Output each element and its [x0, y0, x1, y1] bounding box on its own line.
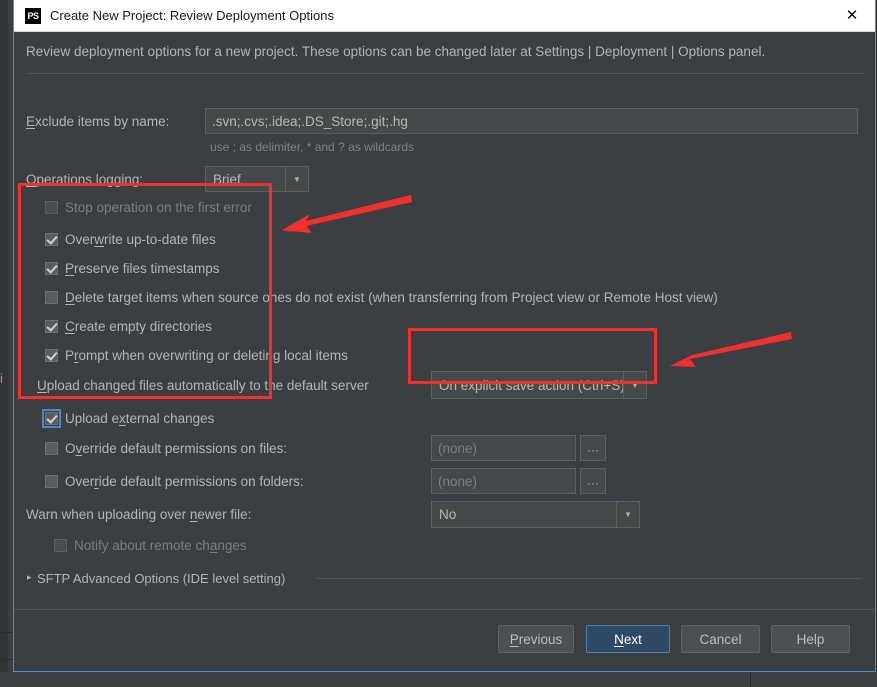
next-button-label: Next: [614, 631, 642, 647]
checkbox-label: Notify about remote changes: [74, 538, 247, 553]
checkbox-override-permissions-folders[interactable]: Override default permissions on folders:: [45, 474, 304, 489]
checkbox-label: Stop operation on the first error: [65, 200, 252, 215]
checkbox-box-icon: [45, 233, 58, 246]
checkbox-box-icon: [45, 291, 58, 304]
checkbox-upload-external-changes[interactable]: Upload external changes: [42, 409, 215, 428]
checkbox-box-icon: [45, 320, 58, 333]
dialog-body: Review deployment options for a new proj…: [14, 32, 875, 671]
close-icon[interactable]: ✕: [829, 0, 875, 30]
ide-backdrop-left-strip: [0, 0, 8, 687]
checkbox-box-icon: [45, 475, 58, 488]
exclude-items-hint: use ; as delimiter, * and ? as wildcards: [210, 140, 415, 154]
help-button[interactable]: Help: [771, 625, 850, 653]
checkbox-label: Prompt when overwriting or deleting loca…: [65, 348, 348, 363]
chevron-down-icon: ▼: [616, 502, 639, 527]
checkbox-overwrite-up-to-date-files[interactable]: Overwrite up-to-date files: [45, 232, 216, 247]
checkbox-box-icon: [45, 201, 58, 214]
checkbox-box-icon: [54, 539, 67, 552]
warn-newer-file-label: Warn when uploading over newer file:: [26, 507, 252, 522]
sftp-advanced-options-label[interactable]: SFTP Advanced Options (IDE level setting…: [37, 571, 285, 586]
checkbox-label: Upload external changes: [65, 411, 215, 426]
dialog-title: Create New Project: Review Deployment Op…: [50, 8, 334, 23]
checkbox-delete-target-items[interactable]: Delete target items when source ones do …: [45, 290, 718, 305]
intro-text: Review deployment options for a new proj…: [26, 44, 766, 59]
browse-permissions-folders-button[interactable]: ···: [580, 468, 606, 494]
create-new-project-dialog: PS Create New Project: Review Deployment…: [13, 0, 876, 672]
ide-backdrop-statusbar-divider: [750, 672, 751, 687]
checkbox-create-empty-directories[interactable]: Create empty directories: [45, 319, 212, 334]
operations-logging-combobox[interactable]: Brief ▼: [205, 166, 309, 192]
checkbox-override-permissions-files[interactable]: Override default permissions on files:: [45, 441, 287, 456]
checkbox-box-icon: [45, 349, 58, 362]
operations-logging-label: Operations logging:: [26, 172, 144, 187]
sftp-advanced-options-divider: [316, 578, 862, 579]
upload-changed-files-combobox[interactable]: On explicit save action (Ctrl+S) ▼: [431, 371, 647, 399]
next-button[interactable]: Next: [586, 625, 670, 653]
ide-backdrop-glyph: i: [0, 371, 3, 386]
checkbox-box-icon: [42, 409, 61, 428]
checkbox-stop-operation-on-first-error[interactable]: Stop operation on the first error: [45, 200, 252, 215]
chevron-down-icon: ▼: [623, 372, 646, 398]
checkbox-label: Delete target items when source ones do …: [65, 290, 718, 305]
checkbox-prompt-when-overwriting[interactable]: Prompt when overwriting or deleting loca…: [45, 348, 348, 363]
upload-changed-files-label: Upload changed files automatically to th…: [37, 378, 369, 393]
intro-divider: [26, 73, 864, 74]
phpstorm-ps-icon: PS: [25, 7, 41, 24]
warn-newer-file-combobox[interactable]: No ▼: [431, 501, 640, 528]
override-permissions-folders-input[interactable]: (none): [431, 468, 576, 494]
dialog-footer: Previous Next Cancel Help: [14, 609, 875, 671]
footer-divider: [14, 609, 875, 610]
checkbox-label: Override default permissions on folders:: [65, 474, 304, 489]
previous-button-label: Previous: [509, 631, 563, 647]
cancel-button[interactable]: Cancel: [681, 625, 760, 653]
checkbox-notify-about-remote-changes[interactable]: Notify about remote changes: [54, 538, 247, 553]
ide-backdrop-divider-2: [0, 659, 14, 660]
dialog-titlebar: PS Create New Project: Review Deployment…: [14, 0, 875, 32]
previous-button[interactable]: Previous: [498, 625, 574, 653]
checkbox-box-icon: [45, 262, 58, 275]
override-permissions-files-input[interactable]: (none): [431, 435, 576, 461]
browse-permissions-files-button[interactable]: ···: [580, 435, 606, 461]
checkbox-preserve-files-timestamps[interactable]: Preserve files timestamps: [45, 261, 220, 276]
exclude-items-input[interactable]: .svn;.cvs;.idea;.DS_Store;.git;.hg: [205, 108, 858, 134]
ide-backdrop-divider-1: [0, 632, 14, 633]
screenshot-root: i PS Create New Project: Review Deployme…: [0, 0, 877, 687]
operations-logging-value: Brief: [213, 171, 241, 187]
checkbox-label: Override default permissions on files:: [65, 441, 288, 456]
exclude-items-label-rest: xclude items by name:: [35, 114, 170, 129]
checkbox-label: Create empty directories: [65, 319, 213, 334]
chevron-down-icon: ▼: [285, 167, 308, 191]
exclude-items-label: Exclude items by name:: [26, 114, 170, 129]
checkbox-label: Overwrite up-to-date files: [65, 232, 216, 247]
expand-triangle-icon[interactable]: ▸: [27, 572, 32, 583]
checkbox-box-icon: [45, 442, 58, 455]
ide-backdrop-statusbar: [0, 672, 877, 687]
upload-changed-files-value: On explicit save action (Ctrl+S): [439, 377, 623, 393]
warn-newer-file-value: No: [439, 507, 457, 522]
checkbox-label: Preserve files timestamps: [65, 261, 220, 276]
